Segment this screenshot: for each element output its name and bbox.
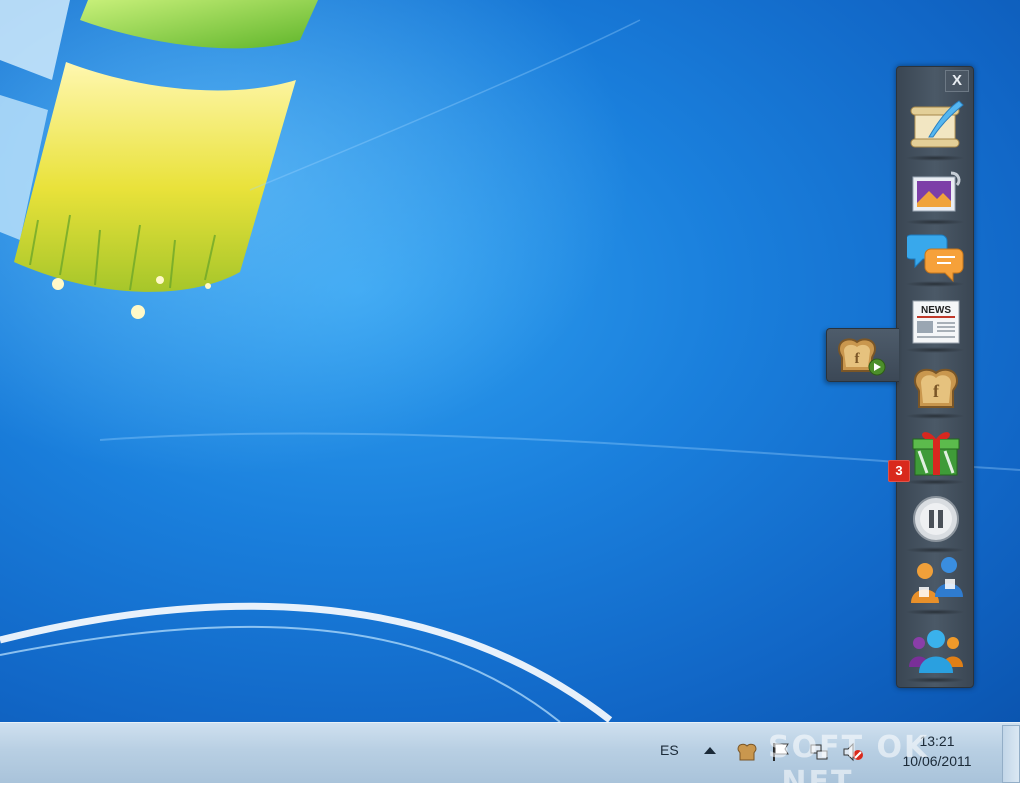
clock-date: 10/06/2011: [902, 753, 972, 769]
toast-icon[interactable]: f: [907, 361, 965, 417]
groups-icon[interactable]: [907, 623, 965, 679]
post-icon[interactable]: [907, 99, 965, 155]
photos-icon[interactable]: [907, 167, 965, 223]
gift-notification-badge: 3: [888, 460, 910, 482]
toast-play-icon: f: [837, 338, 886, 376]
show-hidden-icons-arrow-icon[interactable]: [704, 747, 716, 754]
svg-text:NEWS: NEWS: [921, 305, 951, 316]
language-indicator[interactable]: ES: [660, 742, 679, 758]
svg-text:f: f: [933, 381, 940, 401]
chat-icon[interactable]: [907, 227, 965, 283]
volume-muted-tray-icon[interactable]: [842, 741, 864, 763]
gift-icon[interactable]: [907, 425, 965, 481]
toast-tray-icon[interactable]: [736, 741, 758, 763]
desktop: X NEWS f 3 f: [0, 0, 1020, 722]
news-icon[interactable]: NEWS: [907, 295, 965, 351]
toast-flyout-tab[interactable]: f: [826, 328, 899, 382]
pause-icon[interactable]: [907, 491, 965, 547]
clock-time: 13:21: [919, 733, 955, 749]
app-sidebar: X NEWS f: [896, 66, 974, 688]
network-tray-icon[interactable]: [808, 741, 830, 763]
system-clock[interactable]: 13:21 10/06/2011: [896, 731, 978, 771]
friends-chat-icon[interactable]: [907, 555, 965, 611]
sidebar-close-button[interactable]: X: [945, 70, 969, 92]
flag-tray-icon[interactable]: [770, 741, 792, 763]
taskbar: ES 13:21 10/06/2011: [0, 722, 1020, 783]
show-desktop-button[interactable]: [1002, 725, 1020, 783]
